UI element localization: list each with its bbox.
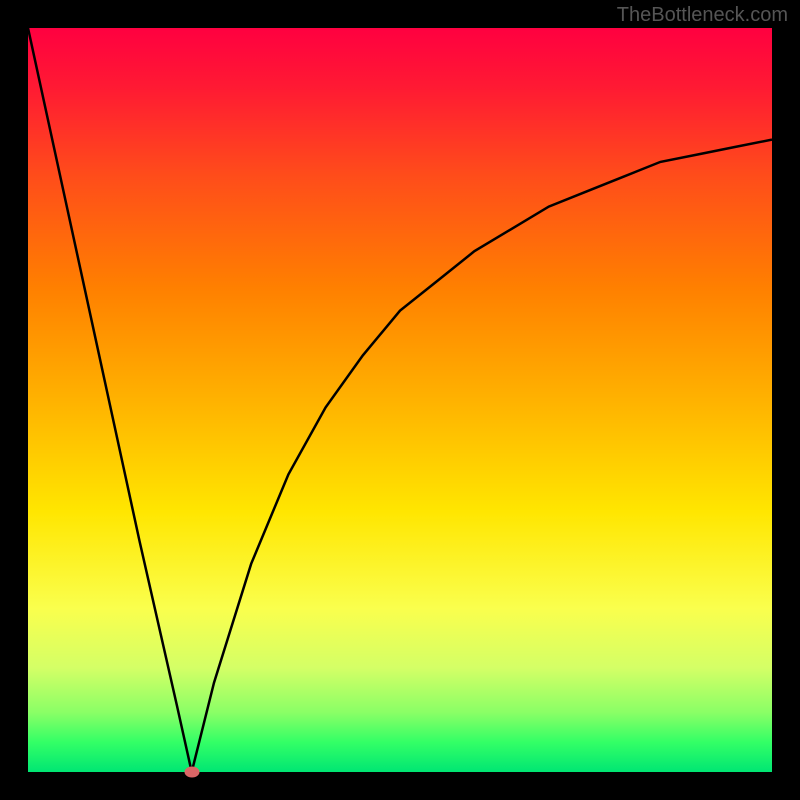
- watermark-text: TheBottleneck.com: [617, 4, 788, 27]
- bottleneck-curve: [28, 28, 772, 772]
- optimal-point-marker: [184, 767, 199, 778]
